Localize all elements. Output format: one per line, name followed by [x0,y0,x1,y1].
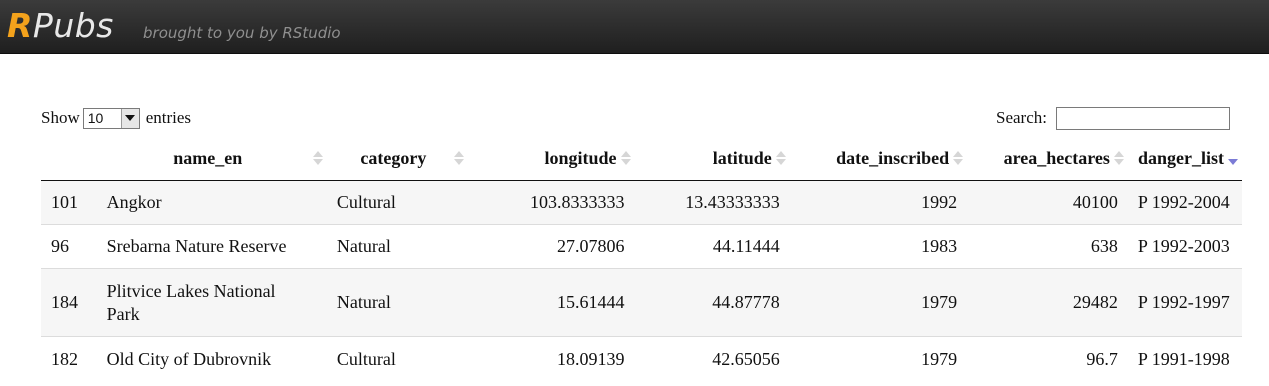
column-header-label: date_inscribed [836,147,950,168]
cell-category: Cultural [326,336,468,382]
search-control: Search: [996,106,1230,130]
sort-descending-icon [1228,150,1238,166]
cell-category: Natural [326,224,468,269]
cell-longitude: 103.8333333 [467,180,635,225]
table-header-row: name_en category longitude latitude date… [41,136,1242,181]
cell-latitude: 42.65056 [634,336,790,382]
entries-select[interactable]: 10 [82,107,140,129]
cell-danger-list: P 1992-2003 [1127,224,1242,269]
entries-select-value: 10 [87,110,104,126]
cell-longitude: 15.61444 [467,268,635,337]
column-header-label: longitude [544,147,617,168]
tagline: brought to you by RStudio [143,24,341,42]
show-label: Show [41,108,80,127]
column-header-label: category [360,147,427,168]
table-row[interactable]: 182 Old City of Dubrovnik Cultural 18.09… [41,336,1242,382]
table-row[interactable]: 96 Srebarna Nature Reserve Natural 27.07… [41,224,1242,269]
cell-danger-list: P 1991-1998 [1127,336,1242,382]
cell-name-en: Angkor [96,180,327,225]
data-table: name_en category longitude latitude date… [41,136,1242,382]
column-header-longitude[interactable]: longitude [467,136,635,181]
entries-length-control: Show 10 entries [41,106,191,130]
sort-icon [312,150,323,166]
cell-latitude: 13.43333333 [634,180,790,225]
cell-id: 96 [41,224,97,269]
logo-text: Pubs [32,6,114,45]
column-header-id [41,136,97,181]
cell-date-inscribed: 1979 [789,336,968,382]
cell-area-hectares: 96.7 [967,336,1128,382]
dropdown-arrow-icon[interactable] [120,108,139,128]
cell-id: 184 [41,268,97,337]
cell-area-hectares: 638 [967,224,1128,269]
cell-date-inscribed: 1979 [789,268,968,337]
search-label: Search: [996,108,1047,127]
sort-icon [620,150,631,166]
entries-label: entries [145,108,192,127]
column-header-area-hectares[interactable]: area_hectares [967,136,1128,181]
column-header-category[interactable]: category [326,136,468,181]
column-header-name-en[interactable]: name_en [96,136,327,181]
column-header-label: danger_list [1137,147,1224,168]
column-header-date-inscribed[interactable]: date_inscribed [789,136,968,181]
column-header-latitude[interactable]: latitude [634,136,790,181]
rpubs-logo[interactable]: RPubs [7,6,114,46]
top-navbar: RPubs brought to you by RStudio [0,0,1269,54]
cell-name-en: Old City of Dubrovnik [96,336,327,382]
cell-danger-list: P 1992-1997 [1127,268,1242,337]
cell-area-hectares: 40100 [967,180,1128,225]
cell-latitude: 44.87778 [634,268,790,337]
column-header-label: area_hectares [1003,147,1110,168]
cell-category: Cultural [326,180,468,225]
cell-longitude: 18.09139 [467,336,635,382]
logo-r: R [7,6,33,45]
cell-id: 182 [41,336,97,382]
cell-danger-list: P 1992-2004 [1127,180,1242,225]
cell-area-hectares: 29482 [967,268,1128,337]
column-header-danger-list[interactable]: danger_list [1127,136,1242,181]
cell-name-en: Srebarna Nature Reserve [96,224,327,269]
sort-icon [953,150,964,166]
sort-icon [453,150,464,166]
cell-name-en: Plitvice Lakes National Park [96,268,327,337]
cell-category: Natural [326,268,468,337]
column-header-label: latitude [712,147,772,168]
cell-date-inscribed: 1992 [789,180,968,225]
column-header-label: name_en [173,147,243,168]
cell-id: 101 [41,180,97,225]
search-input[interactable] [1055,106,1230,130]
sort-icon [1113,150,1124,166]
table-row[interactable]: 101 Angkor Cultural 103.8333333 13.43333… [41,180,1242,225]
cell-date-inscribed: 1983 [789,224,968,269]
table-row[interactable]: 184 Plitvice Lakes National Park Natural… [41,268,1242,337]
sort-icon [775,150,786,166]
cell-longitude: 27.07806 [467,224,635,269]
cell-latitude: 44.11444 [634,224,790,269]
